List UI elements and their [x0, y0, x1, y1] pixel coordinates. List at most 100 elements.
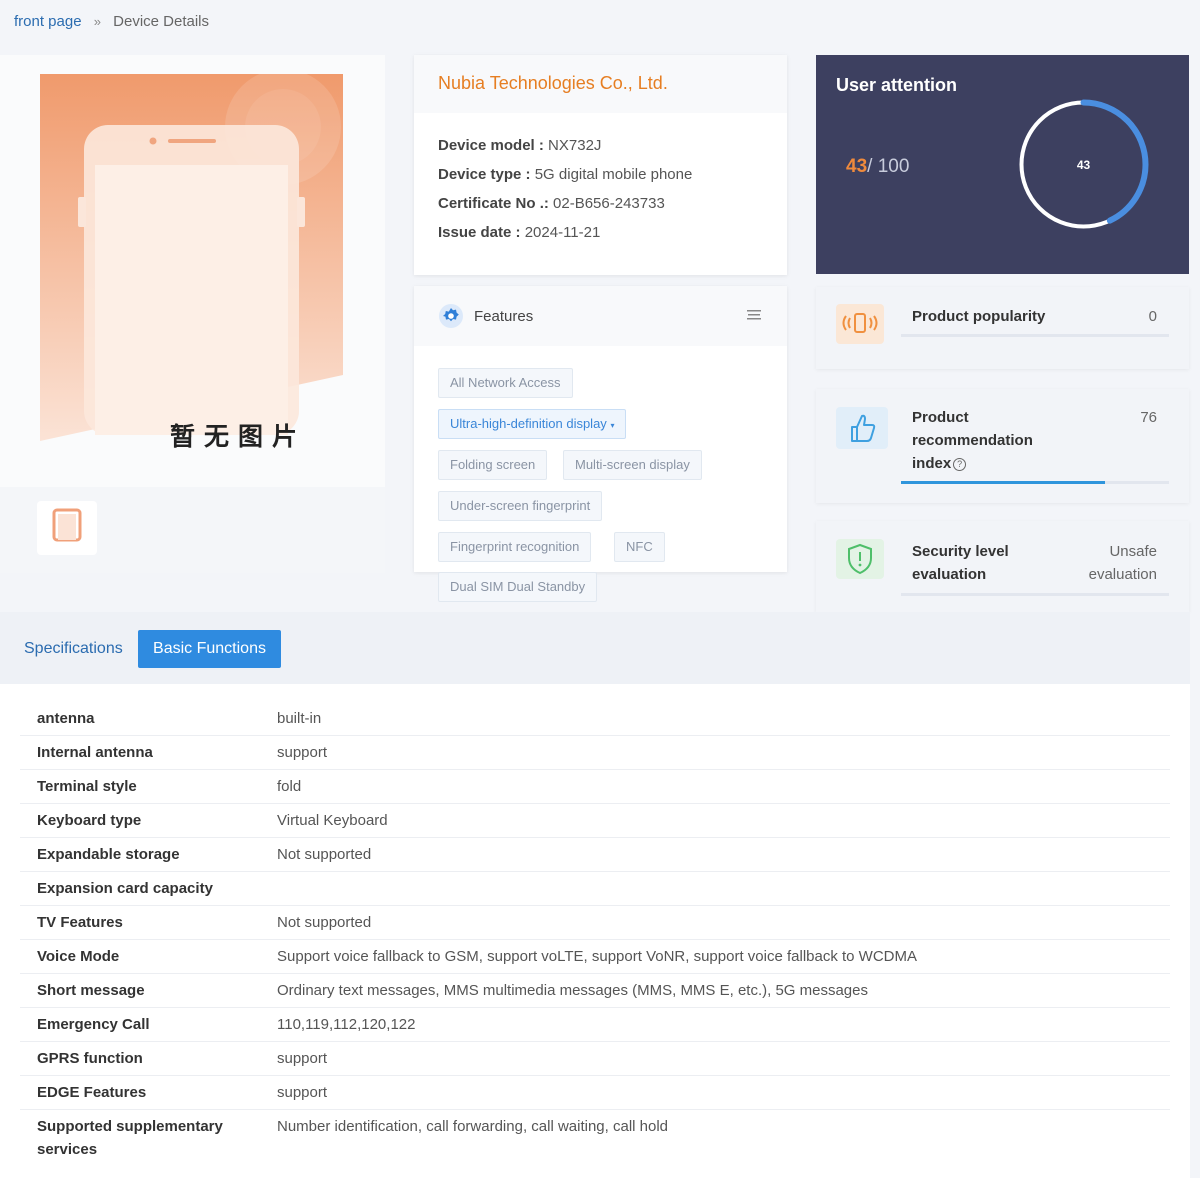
- table-row: Short message Ordinary text messages, MMS…: [20, 973, 1170, 1008]
- device-image-panel: 暂无图片: [0, 55, 385, 573]
- feature-tag[interactable]: All Network Access: [438, 368, 573, 398]
- spec-key: Emergency Call: [20, 1007, 277, 1042]
- security-bar: [901, 593, 1169, 596]
- spec-key: Supported supplementary services: [37, 1118, 223, 1158]
- info-value: 2024-11-21: [524, 224, 601, 241]
- popularity-label: Product popularity: [912, 308, 1046, 325]
- spec-value: 110,119,112,120,122: [277, 1007, 1170, 1042]
- shield-alert-icon: [836, 539, 884, 579]
- info-label: Device type :: [438, 166, 531, 183]
- breadcrumb-separator: »: [93, 14, 101, 29]
- spec-key: Terminal style: [20, 769, 277, 804]
- thumbnail[interactable]: [37, 501, 97, 555]
- info-row-issue-date: Issue date : 2024-11-21: [438, 224, 763, 241]
- table-row: GPRS function support: [20, 1041, 1170, 1076]
- table-row: Expandable storage Not supported: [20, 837, 1170, 872]
- breadcrumb-home-link[interactable]: front page: [14, 13, 82, 30]
- spec-value: support: [277, 1041, 1170, 1076]
- table-row: Expansion card capacity: [20, 871, 1170, 906]
- attention-score-value: 43: [846, 156, 868, 177]
- feature-tag[interactable]: NFC: [614, 532, 665, 562]
- user-attention-card: User attention 43/ 100 43: [816, 55, 1189, 274]
- table-row: antenna built-in: [20, 702, 1170, 736]
- spec-value: [277, 871, 1170, 906]
- info-label: Device model :: [438, 137, 544, 154]
- features-card: Features All Network Access Ultra-high-d…: [414, 286, 787, 602]
- no-image-text: 暂无图片: [170, 422, 307, 451]
- table-row: Voice Mode Support voice fallback to GSM,…: [20, 939, 1170, 974]
- spec-value: Not supported: [277, 905, 1170, 940]
- feature-tag[interactable]: Under-screen fingerprint: [438, 491, 603, 521]
- security-value-line2: evaluation: [1088, 566, 1157, 583]
- spec-key: Keyboard type: [20, 803, 277, 838]
- gear-icon: [439, 304, 463, 328]
- spec-key: EDGE Features: [20, 1075, 277, 1110]
- recommendation-label: Product recommendation index?: [912, 406, 1033, 475]
- recommendation-value: 76: [1140, 409, 1157, 426]
- device-info-card: Nubia Technologies Co., Ltd. Device mode…: [414, 55, 787, 275]
- thumbnail-strip: [0, 487, 385, 573]
- feature-tag[interactable]: Fingerprint recognition: [438, 532, 592, 562]
- company-name: Nubia Technologies Co., Ltd.: [438, 73, 668, 93]
- recommendation-label-line1: Product: [912, 409, 969, 426]
- spec-value: built-in: [277, 702, 1170, 736]
- attention-gauge: 43: [1018, 99, 1149, 230]
- feature-tag[interactable]: Multi-screen display: [563, 450, 702, 480]
- spec-key: GPRS function: [20, 1041, 277, 1076]
- feature-tag-active[interactable]: Ultra-high-definition display ▾: [438, 409, 627, 439]
- help-icon[interactable]: ?: [953, 458, 967, 471]
- recommendation-bar: [901, 481, 1169, 484]
- tab-strip: Specifications Basic Functions: [0, 612, 1190, 684]
- spec-key: TV Features: [20, 905, 277, 940]
- info-label: Issue date :: [438, 224, 521, 241]
- feature-tag-label: Ultra-high-definition display: [450, 416, 607, 431]
- spec-key: Expansion card capacity: [20, 871, 277, 906]
- security-value-line1: Unsafe: [1109, 543, 1157, 560]
- features-title: Features: [474, 307, 534, 325]
- security-label: Security level evaluation: [912, 540, 1009, 586]
- spec-value: Number identification, call forwarding, …: [277, 1118, 669, 1135]
- spec-value: Ordinary text messages, MMS multimedia m…: [277, 973, 1170, 1008]
- feature-tag[interactable]: Dual SIM Dual Standby: [438, 572, 598, 602]
- spec-value: support: [277, 1075, 1170, 1110]
- breadcrumb: front page » Device Details: [14, 13, 209, 30]
- table-row: Supported supplementary services Number i…: [20, 1110, 1170, 1170]
- table-row: Terminal style fold: [20, 769, 1170, 804]
- spec-key: Short message: [20, 973, 277, 1008]
- spec-key: Internal antenna: [20, 735, 277, 770]
- main-image[interactable]: 暂无图片: [0, 55, 385, 487]
- info-value: 5G digital mobile phone: [534, 166, 693, 183]
- table-row: TV Features Not supported: [20, 905, 1170, 940]
- info-value: 02-B656-243733: [553, 195, 665, 212]
- info-row-model: Device model : NX732J: [438, 137, 763, 154]
- gauge-value: 43: [1077, 158, 1091, 172]
- company-header: Nubia Technologies Co., Ltd.: [414, 55, 787, 113]
- attention-score: 43/ 100: [846, 156, 909, 178]
- info-label: Certificate No .:: [438, 195, 549, 212]
- list-toggle-icon[interactable]: [747, 308, 761, 324]
- recommendation-label-line2: recommendation: [912, 432, 1033, 449]
- phone-thumbnail-icon: [52, 508, 82, 542]
- popularity-bar: [901, 334, 1169, 337]
- device-info-list: Device model : NX732J Device type : 5G d…: [414, 113, 787, 241]
- popularity-value: 0: [1148, 308, 1157, 325]
- thumbs-up-icon: [836, 407, 888, 449]
- spec-table: antenna built-in Internal antenna support …: [20, 702, 1170, 1169]
- spec-table-area: antenna built-in Internal antenna support …: [0, 684, 1190, 1178]
- spec-key: antenna: [20, 702, 277, 736]
- spec-value: Support voice fallback to GSM, support v…: [277, 939, 1170, 974]
- table-row: Internal antenna support: [20, 735, 1170, 770]
- info-row-certificate: Certificate No .: 02-B656-243733: [438, 195, 763, 212]
- spec-value: Virtual Keyboard: [277, 803, 1170, 838]
- tab-specifications[interactable]: Specifications: [24, 630, 123, 668]
- table-row: Emergency Call 110,119,112,120,122: [20, 1007, 1170, 1042]
- security-value: Unsafe evaluation: [1089, 540, 1157, 586]
- spec-key: Expandable storage: [20, 837, 277, 872]
- recommendation-index-card: Product recommendation index? 76: [816, 389, 1189, 503]
- feature-tag[interactable]: Folding screen: [438, 450, 548, 480]
- attention-title: User attention: [836, 75, 958, 95]
- info-value: NX732J: [548, 137, 602, 154]
- vibrating-phone-icon: [836, 304, 884, 344]
- security-level-card: Security level evaluation Unsafe evaluat…: [816, 521, 1189, 612]
- tab-basic-functions[interactable]: Basic Functions: [138, 630, 281, 668]
